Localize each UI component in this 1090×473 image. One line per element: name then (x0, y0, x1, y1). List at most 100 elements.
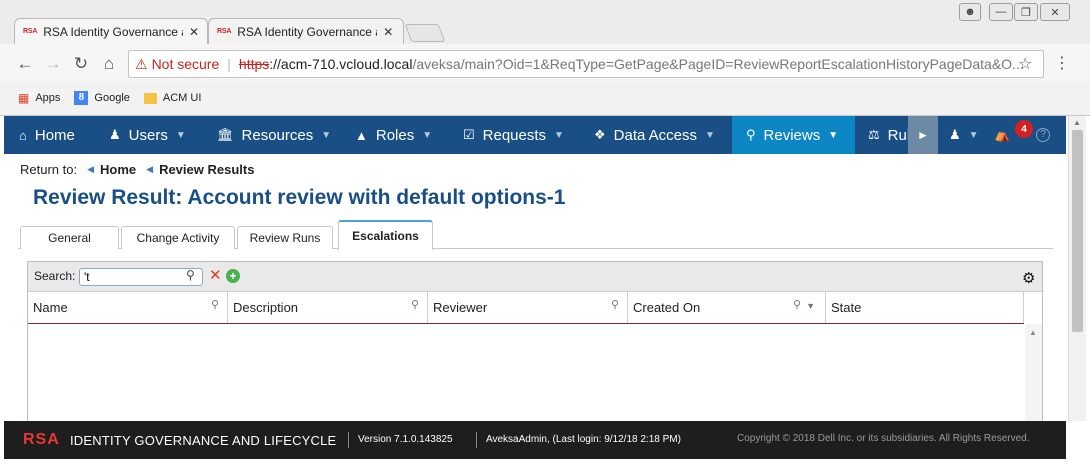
bookmark-label: Google (94, 92, 130, 104)
chevron-down-icon: ▼ (968, 129, 979, 141)
breadcrumb-prefix: Return to: (20, 162, 78, 177)
home-icon: ⌂ (19, 127, 27, 143)
nav-users[interactable]: ♟ Users ▼ (109, 116, 186, 154)
column-header-state[interactable]: State (826, 292, 1024, 323)
add-filter-icon[interactable]: + (226, 269, 240, 283)
nav-label: Requests (482, 126, 547, 144)
cubes-icon: ❖ (594, 127, 606, 142)
footer: RSA IDENTITY GOVERNANCE AND LIFECYCLE Ve… (4, 421, 1066, 459)
close-tab-icon[interactable]: ✕ (383, 25, 393, 39)
help-icon: ? (1036, 128, 1050, 142)
triangle-left-icon: ◀ (87, 164, 95, 174)
column-header-created-on[interactable]: Created On ⚲ ▼ (628, 292, 826, 323)
reload-icon[interactable]: ↻ (70, 53, 92, 75)
close-tab-icon[interactable]: ✕ (189, 25, 199, 39)
bookmark-acm-ui[interactable]: ACM UI (143, 92, 201, 104)
nav-requests[interactable]: ☑ Requests ▼ (463, 116, 564, 154)
breadcrumb-link-home[interactable]: Home (100, 162, 136, 177)
rsa-favicon-icon: RSA (217, 28, 232, 35)
nav-resources[interactable]: 🏛 Resources ▼ (217, 116, 331, 154)
nav-label: Rules (887, 126, 908, 144)
nav-rules[interactable]: ⚖ Rules (868, 116, 908, 154)
browser-chrome: RSA RSA Identity Governance ar ✕ RSA RSA… (0, 0, 1090, 116)
nav-label: Users (128, 126, 168, 144)
scroll-thumb[interactable] (1072, 130, 1083, 332)
chevron-down-icon: ▼ (705, 129, 715, 141)
sort-descending-icon[interactable]: ▼ (806, 301, 815, 311)
column-header-description[interactable]: Description ⚲ (228, 292, 428, 323)
page-bottom (0, 459, 1090, 473)
nav-label: Roles (375, 126, 415, 144)
chevron-right-icon: ► (917, 128, 929, 142)
browser-tab-title: RSA Identity Governance ar (237, 24, 378, 39)
bookmark-google[interactable]: 8 Google (74, 91, 130, 105)
grid-scrollbar[interactable]: ▲ (1025, 324, 1042, 422)
content-tabs: General Change Activity Review Runs Esca… (18, 218, 1053, 250)
escalations-grid: Search: ⚲ ✕ + ⚙ Name ⚲ Description ⚲ Rev… (27, 261, 1043, 423)
bank-icon: 🏛 (217, 127, 234, 142)
warning-icon: ⚠ (135, 55, 148, 72)
profile-icon[interactable]: ☻ (959, 3, 981, 21)
bookmark-star-icon[interactable]: ☆ (1018, 54, 1032, 74)
nav-label: Reviews (763, 126, 821, 144)
forward-icon[interactable]: → (42, 53, 64, 75)
chevron-down-icon: ▼ (175, 129, 186, 141)
browser-tab[interactable]: RSA RSA Identity Governance ar ✕ (14, 18, 208, 44)
column-filter-icon[interactable]: ⚲ (611, 298, 619, 311)
breadcrumb-link-review-results[interactable]: Review Results (159, 162, 254, 177)
bookmark-label: Apps (35, 92, 61, 104)
chevron-down-icon: ▼ (828, 129, 839, 141)
nav-more-button[interactable]: ► (908, 116, 938, 154)
product-name: IDENTITY GOVERNANCE AND LIFECYCLE (70, 433, 337, 448)
tab-escalations[interactable]: Escalations (338, 220, 433, 250)
search-label: Search: (34, 269, 76, 283)
browser-tab-title: RSA Identity Governance ar (43, 24, 183, 39)
search-icon[interactable]: ⚲ (186, 268, 195, 282)
user-menu[interactable]: ♟ ▼ (949, 116, 979, 154)
nav-home[interactable]: ⌂ Home (19, 116, 75, 154)
home-button-icon[interactable]: ⌂ (98, 53, 120, 75)
address-bar[interactable]: ⚠ Not secure | https ://acm-710.vcloud.l… (128, 50, 1044, 78)
help-button[interactable]: ? (1036, 116, 1050, 154)
column-header-label: Created On (633, 300, 701, 315)
column-header-reviewer[interactable]: Reviewer ⚲ (428, 292, 628, 323)
browser-menu-icon[interactable]: ⋮ (1054, 53, 1070, 73)
users-icon: ♟ (109, 127, 121, 142)
tab-change-activity[interactable]: Change Activity (121, 226, 235, 249)
search-input[interactable] (79, 268, 203, 286)
tab-review-runs[interactable]: Review Runs (237, 226, 333, 249)
column-filter-icon[interactable]: ⚲ (411, 298, 419, 311)
browser-tabstrip: RSA RSA Identity Governance ar ✕ RSA RSA… (0, 0, 1090, 44)
chevron-down-icon: ▼ (554, 129, 564, 141)
minimize-icon[interactable]: — (989, 3, 1013, 21)
footer-divider (348, 432, 349, 448)
close-window-icon[interactable]: ✕ (1040, 3, 1070, 21)
gear-icon[interactable]: ⚙ (1022, 269, 1035, 287)
google-icon: 8 (74, 91, 89, 105)
bookmarks-bar: ▦ Apps 8 Google ACM UI (0, 84, 1090, 112)
user-login-text: AveksaAdmin, (Last login: 9/12/18 2:18 P… (486, 434, 681, 445)
browser-tab[interactable]: RSA RSA Identity Governance ar ✕ (208, 18, 404, 44)
column-filter-icon[interactable]: ⚲ (793, 298, 801, 311)
column-header-name[interactable]: Name ⚲ (28, 292, 228, 323)
scroll-up-icon[interactable]: ▲ (1073, 118, 1081, 127)
bookmark-apps[interactable]: ▦ Apps (18, 91, 60, 105)
nav-roles[interactable]: ▲ Roles ▼ (355, 116, 432, 154)
column-filter-icon[interactable]: ⚲ (211, 298, 219, 311)
back-icon[interactable]: ← (14, 53, 36, 75)
column-header-label: Description (233, 300, 299, 315)
column-header-label: State (831, 300, 862, 315)
clear-search-icon[interactable]: ✕ (209, 266, 222, 284)
alerts-button[interactable]: ⛺ (994, 116, 1018, 154)
scroll-up-icon[interactable]: ▲ (1029, 328, 1037, 337)
new-tab-button[interactable] (404, 24, 446, 42)
rsa-favicon-icon: RSA (23, 28, 38, 35)
column-header-label: Reviewer (433, 300, 488, 315)
nav-data-access[interactable]: ❖ Data Access ▼ (594, 116, 715, 154)
footer-divider (476, 432, 477, 448)
page-scrollbar[interactable]: ▲ (1068, 116, 1086, 421)
user-icon: ♟ (949, 127, 961, 142)
restore-icon[interactable]: ❐ (1014, 3, 1038, 21)
tab-general[interactable]: General (20, 226, 119, 249)
nav-reviews[interactable]: ⚲ Reviews ▼ (732, 116, 855, 154)
